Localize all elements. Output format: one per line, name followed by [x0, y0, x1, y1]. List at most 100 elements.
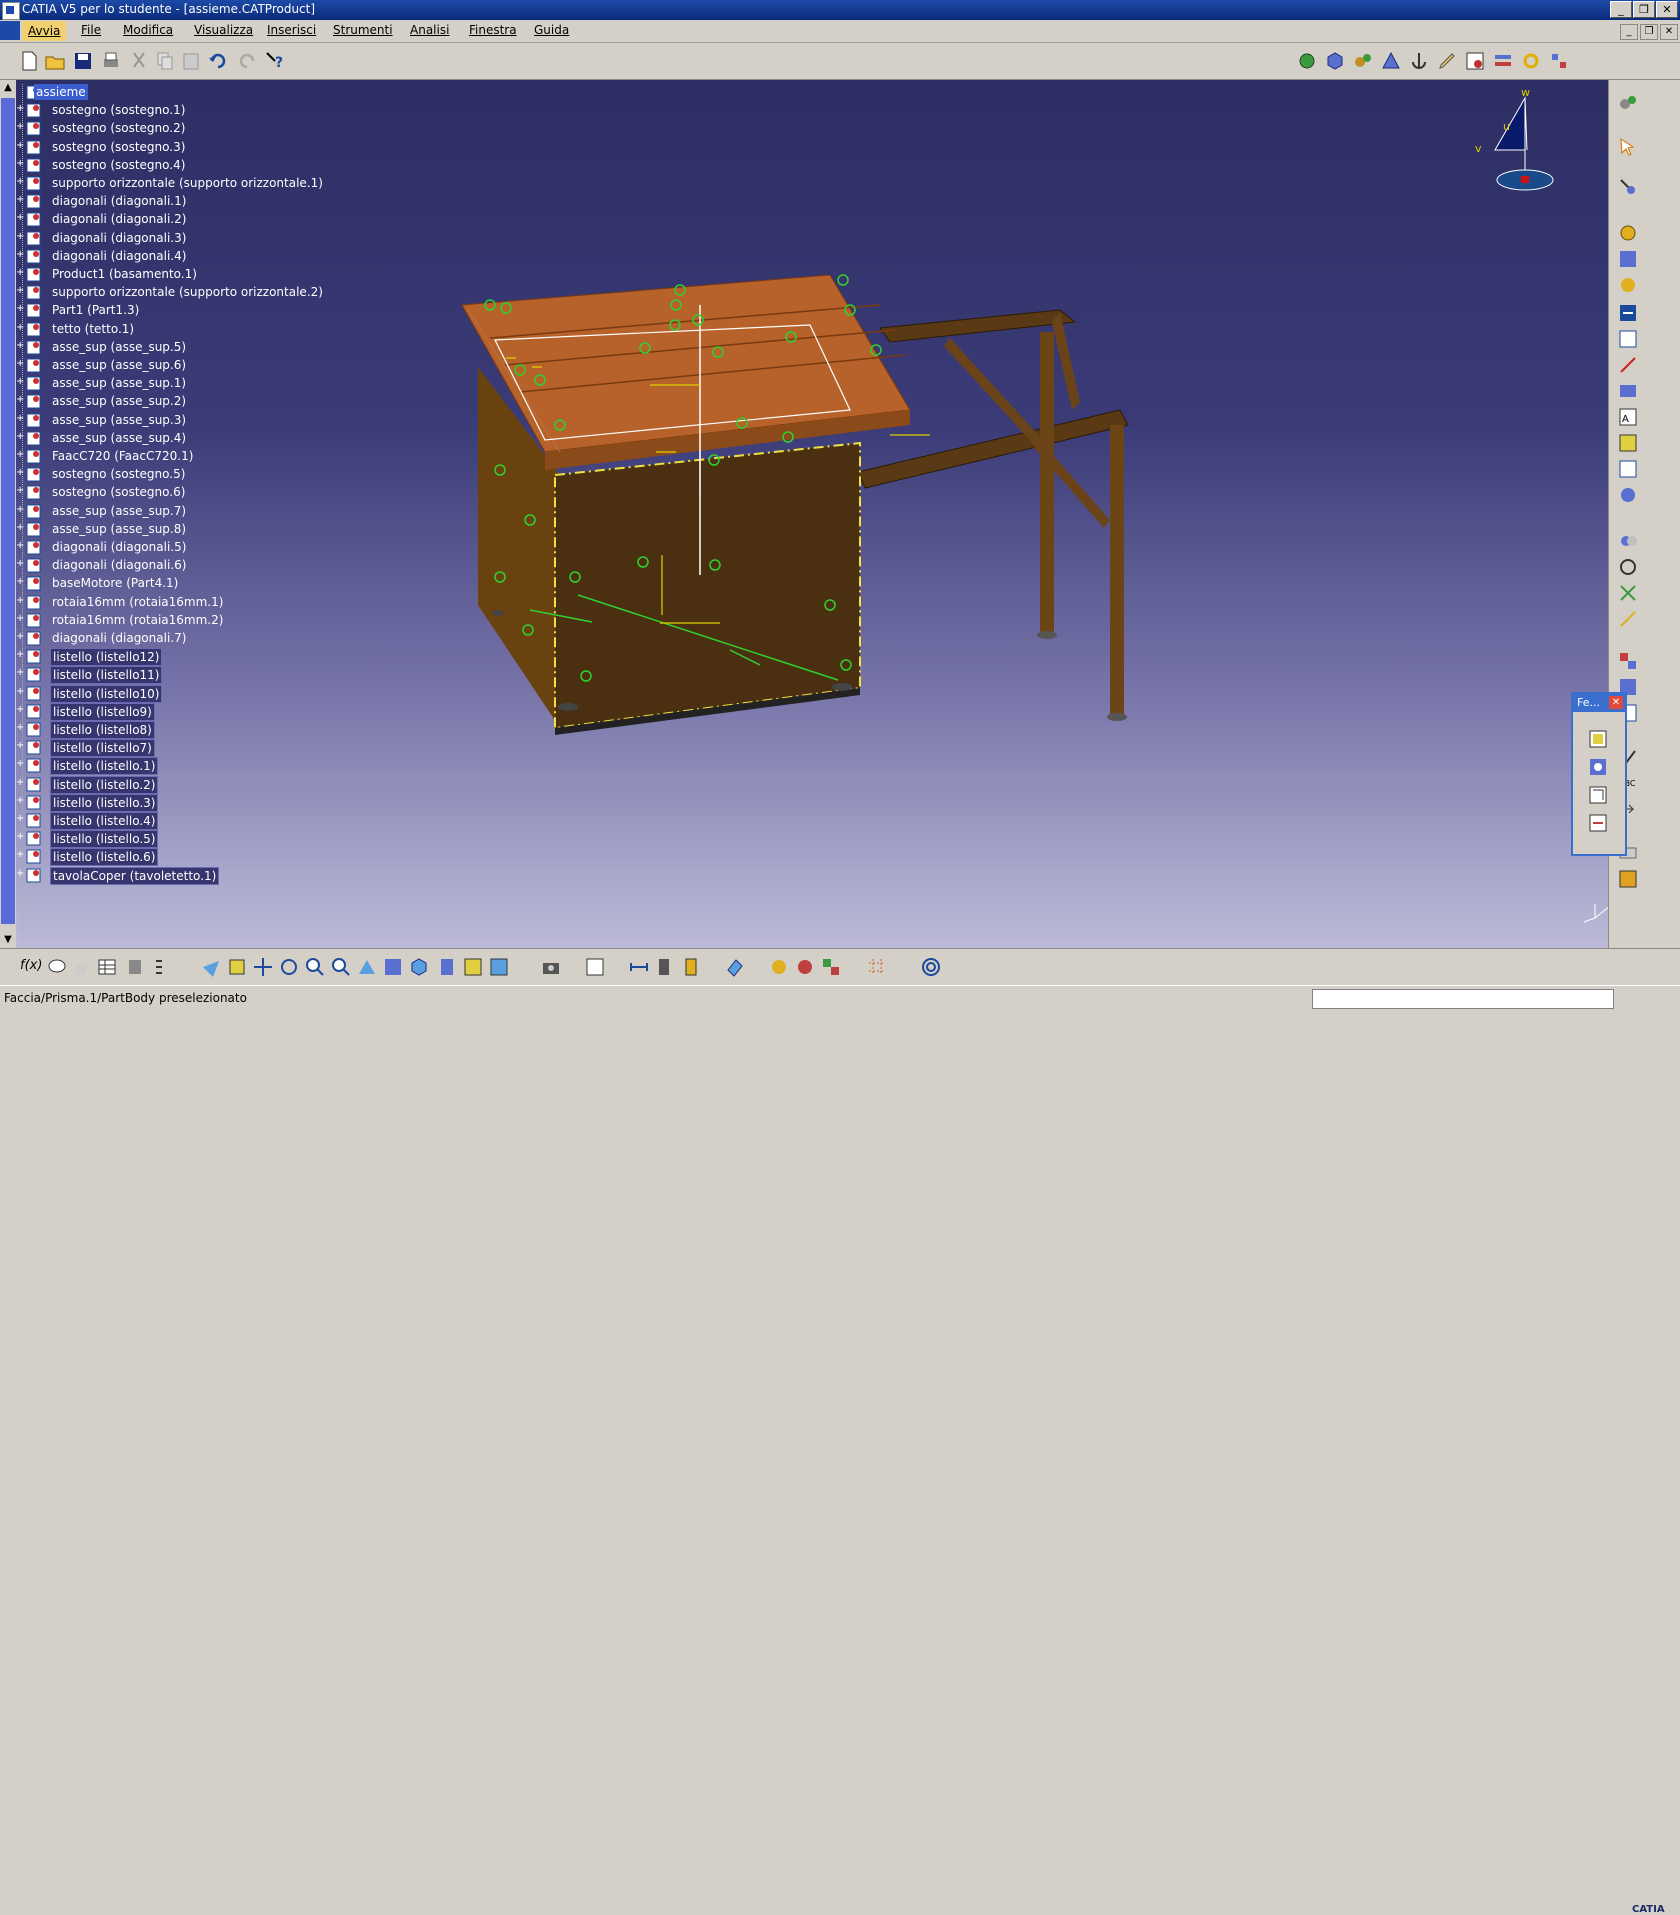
paste-icon[interactable]: [180, 50, 202, 72]
copy-icon[interactable]: [154, 50, 176, 72]
expand-icon[interactable]: +: [16, 213, 25, 223]
camera-icon[interactable]: [540, 956, 562, 978]
expand-icon[interactable]: +: [16, 596, 25, 606]
restore-button[interactable]: ❐: [1633, 1, 1655, 18]
replace-component-icon[interactable]: [1617, 302, 1639, 324]
graph-tree-icon[interactable]: [1617, 328, 1639, 350]
mdi-minimize-button[interactable]: _: [1620, 24, 1638, 40]
expand-icon[interactable]: +: [16, 359, 25, 369]
menu-avvia[interactable]: Avvia: [22, 21, 67, 41]
measure-inertia-icon[interactable]: [680, 956, 702, 978]
expand-icon[interactable]: +: [16, 450, 25, 460]
expand-icon[interactable]: +: [16, 614, 25, 624]
tree-scrollbar[interactable]: ▲ ▼: [0, 80, 16, 948]
expand-icon[interactable]: +: [16, 104, 25, 114]
existing-component-icon[interactable]: [1617, 222, 1639, 244]
mdi-restore-button[interactable]: ❐: [1640, 24, 1658, 40]
save-icon[interactable]: [72, 50, 94, 72]
expand-icon[interactable]: +: [16, 232, 25, 242]
fit-all-icon[interactable]: [226, 956, 248, 978]
expand-icon[interactable]: +: [16, 869, 25, 879]
expand-icon[interactable]: +: [16, 814, 25, 824]
select-arrow-icon[interactable]: [1617, 136, 1639, 158]
manipulate-icon[interactable]: [1617, 176, 1639, 198]
color-palette-icon[interactable]: [820, 956, 842, 978]
swap-visible-icon[interactable]: [488, 956, 510, 978]
assembly-feature-icon[interactable]: [1587, 728, 1609, 750]
expand-icon[interactable]: +: [16, 577, 25, 587]
menu-visualizza[interactable]: Visualizza: [194, 23, 253, 37]
expand-icon[interactable]: +: [16, 468, 25, 478]
coincidence-icon[interactable]: [1617, 582, 1639, 604]
shading-icon[interactable]: [436, 956, 458, 978]
scroll-thumb[interactable]: [1, 98, 15, 924]
expand-icon[interactable]: +: [16, 159, 25, 169]
new-product-icon[interactable]: [1617, 274, 1639, 296]
material-library-icon[interactable]: [794, 956, 816, 978]
expand-icon[interactable]: +: [16, 650, 25, 660]
gears-settings-icon[interactable]: [1617, 92, 1639, 114]
comment-icon[interactable]: [46, 956, 68, 978]
zoom-out-icon[interactable]: [330, 956, 352, 978]
menu-finestra[interactable]: Finestra: [469, 23, 517, 37]
undo-icon[interactable]: [207, 50, 229, 72]
hole-feature-icon[interactable]: [1587, 756, 1609, 778]
menu-inserisci[interactable]: Inserisci: [267, 23, 316, 37]
menu-strumenti[interactable]: Strumenti: [333, 23, 393, 37]
menu-modifica[interactable]: Modifica: [123, 23, 173, 37]
expand-icon[interactable]: +: [16, 832, 25, 842]
open-folder-icon[interactable]: [44, 50, 66, 72]
document-icon[interactable]: [0, 21, 20, 40]
minimize-button[interactable]: _: [1610, 1, 1632, 18]
constraint-icon[interactable]: [1380, 50, 1402, 72]
expand-icon[interactable]: +: [16, 505, 25, 515]
expand-icon[interactable]: +: [16, 687, 25, 697]
expand-icon[interactable]: +: [16, 850, 25, 860]
expand-icon[interactable]: +: [16, 195, 25, 205]
split-feature-icon[interactable]: [1587, 812, 1609, 834]
command-input[interactable]: [1312, 989, 1614, 1009]
fly-icon[interactable]: [200, 956, 222, 978]
pencil-icon[interactable]: [1436, 50, 1458, 72]
normal-view-icon[interactable]: [356, 956, 378, 978]
expand-icon[interactable]: +: [16, 250, 25, 260]
text-annotation-icon[interactable]: A: [1617, 406, 1639, 428]
rotate-icon[interactable]: [278, 956, 300, 978]
expand-icon[interactable]: +: [16, 341, 25, 351]
expand-icon[interactable]: +: [16, 705, 25, 715]
update-icon[interactable]: [584, 956, 606, 978]
apply-material-icon[interactable]: [724, 956, 746, 978]
menu-analisi[interactable]: Analisi: [410, 23, 449, 37]
expand-icon[interactable]: +: [16, 778, 25, 788]
expand-icon[interactable]: +: [16, 632, 25, 642]
hide-show-icon[interactable]: [462, 956, 484, 978]
catia-app-icon[interactable]: [2, 2, 20, 20]
bill-of-material-icon[interactable]: [1617, 432, 1639, 454]
expand-icon[interactable]: +: [16, 559, 25, 569]
expand-icon[interactable]: +: [16, 304, 25, 314]
pocket-feature-icon[interactable]: [1587, 784, 1609, 806]
formula-button[interactable]: f(x): [20, 958, 42, 973]
product-structure-icon[interactable]: [1296, 50, 1318, 72]
gears-icon[interactable]: [1352, 50, 1374, 72]
support-frame[interactable]: [857, 309, 1129, 721]
scroll-down-icon[interactable]: ▼: [1, 932, 15, 948]
contact-constraint-icon[interactable]: [1617, 530, 1639, 552]
reuse-pattern-icon[interactable]: [1617, 650, 1639, 672]
new-document-icon[interactable]: [18, 50, 40, 72]
clash-icon[interactable]: [1617, 868, 1639, 890]
expand-icon[interactable]: +: [16, 541, 25, 551]
offset-constraint-icon[interactable]: [1617, 556, 1639, 578]
close-button[interactable]: ✕: [1656, 1, 1678, 18]
measure-between-icon[interactable]: [628, 956, 650, 978]
expand-icon[interactable]: +: [16, 268, 25, 278]
palette-close-button[interactable]: ✕: [1609, 696, 1623, 709]
assembly-3d-model[interactable]: [0, 80, 1644, 948]
pan-icon[interactable]: [252, 956, 274, 978]
anchor-icon[interactable]: [1408, 50, 1430, 72]
catalog-icon[interactable]: [1464, 50, 1486, 72]
cube-tool-icon[interactable]: [1324, 50, 1346, 72]
lock-icon[interactable]: [70, 956, 92, 978]
refresh-icon[interactable]: [1520, 50, 1542, 72]
redo-icon[interactable]: [236, 50, 258, 72]
